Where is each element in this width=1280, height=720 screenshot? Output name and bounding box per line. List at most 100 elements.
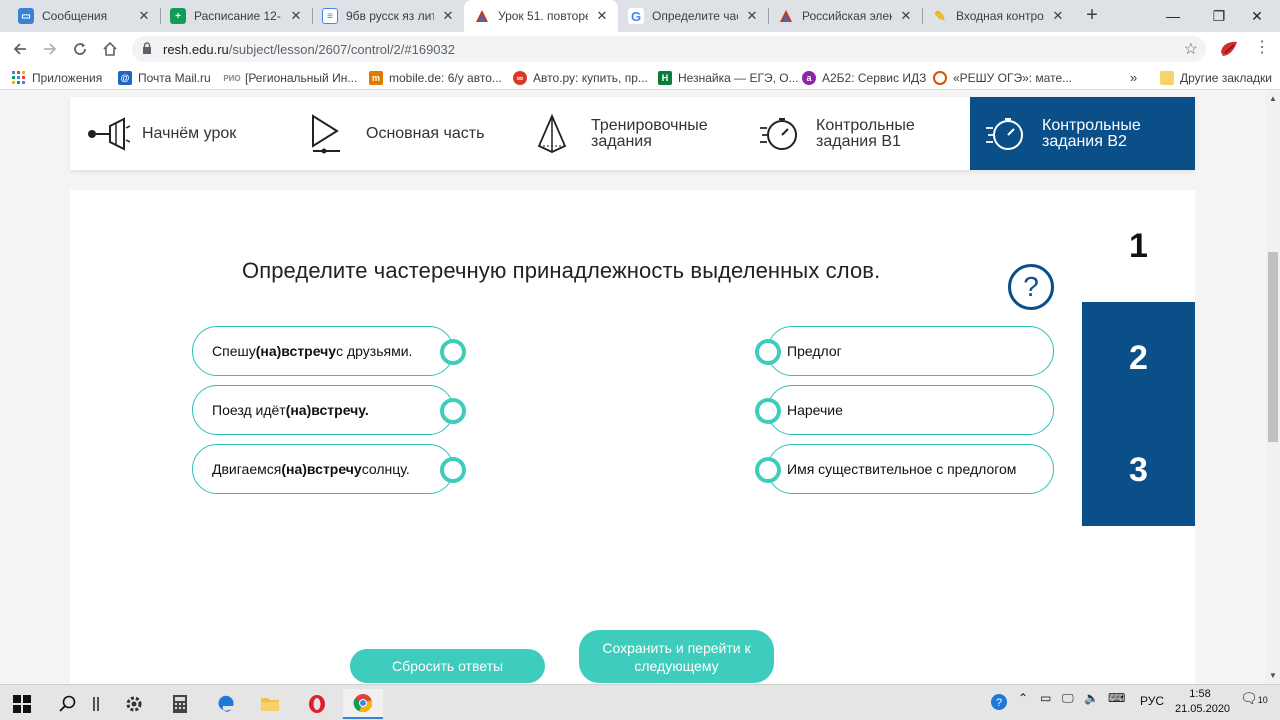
keyboard-icon[interactable]: ⌨ (1108, 691, 1125, 705)
close-icon[interactable]: ✕ (288, 8, 304, 24)
connector-dot[interactable] (755, 457, 781, 483)
apps-icon (12, 71, 26, 85)
close-icon[interactable]: ✕ (898, 8, 914, 24)
nav-start-lesson[interactable]: Начнём урок (86, 97, 286, 170)
extension-icon[interactable] (1218, 38, 1240, 60)
bookmark-a2b2[interactable]: a А2Б2: Сервис ИДЗ (802, 70, 926, 86)
task-card: Определите частеречную принадлежность вы… (70, 190, 1195, 684)
page-scrollbar[interactable]: ▲ ▼ (1266, 90, 1280, 684)
bookmark-reshu[interactable]: «РЕШУ ОГЭ»: мате... (933, 70, 1072, 86)
connector-dot[interactable] (440, 339, 466, 365)
stopwatch-icon (760, 114, 804, 154)
forward-icon[interactable] (38, 37, 62, 61)
tab-title: Расписание 12-16 (194, 9, 282, 23)
opera-icon[interactable] (297, 689, 337, 719)
windows-icon[interactable] (2, 689, 42, 719)
task-number-1[interactable]: 1 (1082, 190, 1195, 302)
scroll-thumb[interactable] (1268, 252, 1278, 442)
back-icon[interactable] (8, 37, 32, 61)
tab-2[interactable]: + Расписание 12-16 ✕ (160, 0, 312, 32)
a2b2-icon: a (802, 71, 816, 85)
menu-icon[interactable]: ⋮ (1252, 38, 1272, 60)
battery-icon[interactable]: ▭ (1040, 691, 1051, 705)
nav-training-tasks[interactable]: Тренировочные задания (535, 97, 745, 170)
bookmark-neznaika[interactable]: H Незнайка — ЕГЭ, О... (658, 70, 799, 86)
left-item-2[interactable]: Поезд идёт (на)встречу. (192, 385, 466, 435)
nav-main-part[interactable]: Основная часть (310, 97, 520, 170)
bookmarks-bar: Приложения @ Почта Mail.ru РИО [Регионал… (0, 66, 1280, 90)
close-icon[interactable]: ✕ (744, 8, 760, 24)
tab-1[interactable]: ▭ Сообщения ✕ (8, 0, 160, 32)
home-icon[interactable] (98, 37, 122, 61)
lesson-navigation: Начнём урок Основная часть Тренировочные… (70, 97, 1195, 170)
notifications-icon[interactable]: 🗨10 (1240, 690, 1268, 707)
tab-6[interactable]: Российская элект ✕ (768, 0, 922, 32)
calculator-icon[interactable] (160, 689, 200, 719)
question-text: Определите частеречную принадлежность вы… (242, 258, 881, 283)
right-item-3[interactable]: Имя существительное с предлогом (755, 444, 1054, 494)
task-number-3[interactable]: 3 (1082, 414, 1195, 526)
language-indicator[interactable]: РУС (1140, 694, 1164, 708)
tab-title: Сообщения (42, 9, 108, 23)
chevron-up-icon[interactable]: ⌃ (1018, 691, 1028, 705)
close-icon[interactable]: ✕ (594, 8, 610, 24)
bookmark-star-icon[interactable]: ☆ (1184, 39, 1198, 59)
close-icon[interactable]: ✕ (136, 8, 152, 24)
connector-dot[interactable] (755, 398, 781, 424)
right-item-1[interactable]: Предлог (755, 326, 1054, 376)
connector-dot[interactable] (440, 398, 466, 424)
megaphone-icon (86, 114, 131, 154)
autoru-icon: ∞ (513, 71, 527, 85)
chrome-icon[interactable] (343, 689, 383, 719)
close-icon[interactable]: ✕ (1050, 8, 1066, 24)
bookmark-mobile[interactable]: m mobile.de: 6/у авто... (369, 70, 502, 86)
connector-dot[interactable] (440, 457, 466, 483)
edge-icon[interactable] (206, 689, 246, 719)
scroll-down-icon[interactable]: ▼ (1269, 671, 1277, 680)
right-item-2[interactable]: Наречие (755, 385, 1054, 435)
help-tray-icon[interactable]: ? (990, 693, 1010, 714)
tab-5[interactable]: G Определите часте ✕ (618, 0, 768, 32)
tab-4-active[interactable]: Урок 51. повторен ✕ (464, 0, 618, 32)
volume-icon[interactable]: 🔈 (1084, 691, 1099, 705)
left-item-1[interactable]: Спешу (на)встречу с друзьями. (192, 326, 466, 376)
mobile-icon: m (369, 71, 383, 85)
page-viewport: Начнём урок Основная часть Тренировочные… (0, 90, 1266, 684)
bookmark-mail[interactable]: @ Почта Mail.ru (118, 70, 211, 86)
bookmark-autoru[interactable]: ∞ Авто.ру: купить, пр... (513, 70, 648, 86)
tab-strip: ▭ Сообщения ✕ + Расписание 12-16 ✕ ≡ 9бв… (0, 0, 1280, 32)
reshu-icon (933, 71, 947, 85)
lock-icon (142, 42, 152, 55)
bookmark-apps[interactable]: Приложения (12, 70, 102, 86)
settings-icon[interactable] (114, 689, 154, 719)
rio-icon: РИО (223, 73, 241, 83)
tab-7[interactable]: ✎ Входная контроль ✕ (922, 0, 1074, 32)
reset-answers-button[interactable]: Сбросить ответы (350, 649, 545, 683)
save-next-button[interactable]: Сохранить и перейти к следующему (579, 630, 774, 683)
connector-dot[interactable] (755, 339, 781, 365)
explorer-icon[interactable] (250, 689, 290, 719)
address-bar[interactable]: resh.edu.ru/subject/lesson/2607/control/… (132, 36, 1206, 62)
tab-title: Входная контроль (956, 9, 1044, 23)
nav-control-b1[interactable]: Контрольные задания B1 (760, 97, 970, 170)
tab-title: Урок 51. повторен (498, 9, 588, 23)
play-icon (310, 113, 354, 154)
scroll-up-icon[interactable]: ▲ (1269, 94, 1277, 103)
taskview-icon[interactable] (80, 689, 112, 719)
clock[interactable]: 1:58 21.05.2020 (1175, 687, 1230, 717)
pencil-icon: ✎ (934, 7, 946, 24)
close-window-icon[interactable]: ✕ (1234, 0, 1280, 32)
minimize-icon[interactable]: — (1150, 0, 1196, 32)
nav-control-b2[interactable]: Контрольные задания B2 (970, 97, 1195, 170)
bookmark-other[interactable]: Другие закладки (1160, 70, 1272, 86)
reload-icon[interactable] (68, 37, 92, 61)
left-item-3[interactable]: Двигаемся (на)встречу солнцу. (192, 444, 466, 494)
close-icon[interactable]: ✕ (440, 8, 456, 24)
new-tab-button[interactable]: + (1080, 4, 1104, 28)
network-icon[interactable]: 🖵 (1062, 691, 1074, 706)
help-button[interactable]: ? (1008, 264, 1054, 310)
bookmark-rio[interactable]: РИО [Региональный Ин... (223, 70, 357, 86)
tab-3[interactable]: ≡ 9бв русск яз литер ✕ (312, 0, 464, 32)
task-number-2[interactable]: 2 (1082, 302, 1195, 414)
more-bookmarks-button[interactable]: » (1130, 70, 1137, 85)
